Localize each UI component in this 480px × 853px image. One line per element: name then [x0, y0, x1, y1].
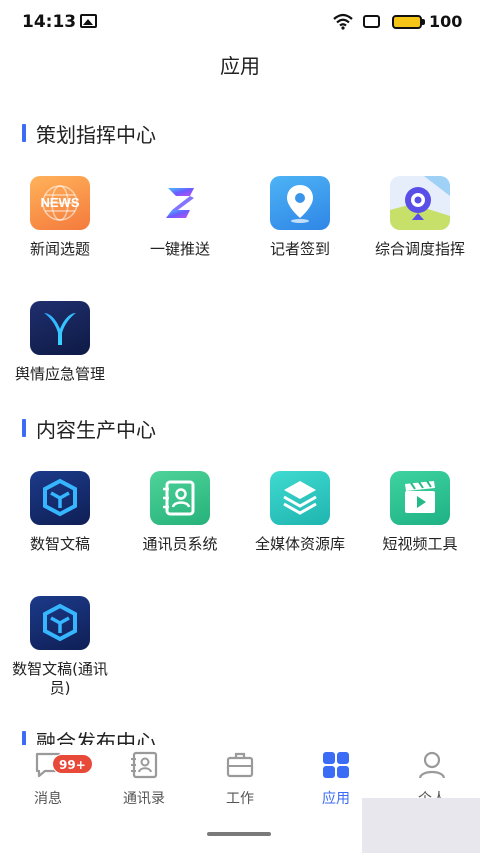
- battery-tip: [422, 19, 425, 25]
- cube-icon: [30, 471, 90, 525]
- tab-label: 消息: [34, 791, 62, 807]
- cube-icon: [30, 596, 90, 650]
- sim-card-icon: [363, 15, 380, 28]
- section-accent-bar: [22, 419, 26, 437]
- section-title-content: 内容生产中心: [22, 415, 156, 442]
- section-label: 内容生产中心: [36, 417, 156, 442]
- status-bar: 14:13 100: [0, 0, 480, 44]
- person-icon: [417, 750, 447, 780]
- app-opinion-emergency[interactable]: 舆情应急管理: [0, 301, 120, 384]
- app-smart-manuscript[interactable]: 数智文稿: [0, 471, 120, 554]
- location-checkin-icon: [270, 176, 330, 230]
- page-title: 应用: [220, 54, 260, 78]
- section-title-planning: 策划指挥中心: [22, 120, 156, 147]
- briefcase-icon: [225, 750, 255, 780]
- tab-label: 通讯录: [123, 791, 165, 807]
- status-time: 14:13: [22, 12, 77, 32]
- app-media-library[interactable]: 全媒体资源库: [240, 471, 360, 554]
- tab-work[interactable]: 工作: [200, 750, 280, 808]
- app-smart-manuscript-correspondent[interactable]: 数智文稿(通讯员): [0, 596, 120, 698]
- app-label: 全媒体资源库: [254, 535, 345, 553]
- svg-text:NEWS: NEWS: [41, 195, 80, 210]
- section-accent-bar: [22, 124, 26, 142]
- tab-label: 应用: [322, 791, 350, 807]
- image-notification-icon: [80, 14, 97, 28]
- app-news-topics[interactable]: NEWS 新闻选题: [0, 176, 120, 259]
- app-label: 短视频工具: [382, 535, 458, 553]
- news-icon: NEWS: [30, 176, 90, 230]
- layers-icon: [270, 471, 330, 525]
- contacts-icon: [129, 750, 159, 780]
- push-icon: [150, 176, 210, 230]
- unread-badge: 99+: [52, 754, 93, 774]
- opinion-y-icon: [30, 301, 90, 355]
- app-correspondent-system[interactable]: 通讯员系统: [120, 471, 240, 554]
- wifi-icon: [333, 13, 353, 30]
- clapperboard-icon: [390, 471, 450, 525]
- dispatch-map-icon: [390, 176, 450, 230]
- tab-messages[interactable]: 消息 99+: [8, 750, 93, 808]
- watermark-patch: [362, 798, 480, 853]
- app-dispatch-command[interactable]: 综合调度指挥: [360, 176, 480, 259]
- app-label: 数智文稿(通讯员): [12, 660, 108, 697]
- app-label: 新闻选题: [29, 240, 90, 258]
- app-label: 综合调度指挥: [374, 240, 465, 258]
- apps-grid-icon: [321, 750, 351, 780]
- tab-contacts[interactable]: 通讯录: [104, 750, 184, 808]
- app-label: 舆情应急管理: [14, 365, 105, 383]
- battery-icon: [392, 15, 422, 29]
- app-label: 一键推送: [149, 240, 210, 258]
- app-reporter-checkin[interactable]: 记者签到: [240, 176, 360, 259]
- tab-label: 工作: [226, 791, 254, 807]
- app-label: 通讯员系统: [142, 535, 218, 553]
- home-indicator[interactable]: [207, 832, 271, 836]
- battery-level: 100: [429, 12, 463, 31]
- app-label: 数智文稿: [29, 535, 90, 553]
- section-label: 策划指挥中心: [36, 122, 156, 147]
- app-short-video-tool[interactable]: 短视频工具: [360, 471, 480, 554]
- app-label: 记者签到: [269, 240, 330, 258]
- app-one-click-push[interactable]: 一键推送: [120, 176, 240, 259]
- contact-card-icon: [150, 471, 210, 525]
